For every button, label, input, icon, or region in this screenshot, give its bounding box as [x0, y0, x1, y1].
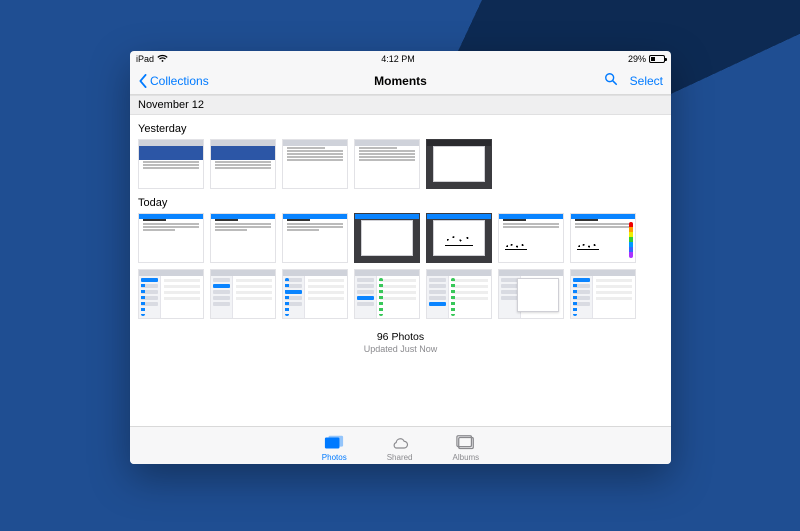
battery-icon — [649, 55, 665, 63]
photos-scroll-area[interactable]: Yesterday Today — [130, 115, 671, 426]
section-date-header: November 12 — [130, 95, 671, 115]
ipad-screen: iPad 4:12 PM 29% Collections Moments — [130, 51, 671, 464]
tab-photos[interactable]: Photos — [322, 434, 347, 462]
wifi-icon — [157, 54, 168, 65]
photo-thumbnail[interactable] — [354, 269, 420, 319]
nav-bar: Collections Moments Select — [130, 67, 671, 95]
photos-icon — [324, 434, 344, 452]
back-button[interactable]: Collections — [138, 74, 209, 88]
summary-updated: Updated Just Now — [138, 344, 663, 354]
page-title: Moments — [374, 74, 427, 88]
photo-thumbnail[interactable] — [210, 213, 276, 263]
tab-bar: Photos Shared Albums — [130, 426, 671, 464]
status-bar: iPad 4:12 PM 29% — [130, 51, 671, 67]
back-label: Collections — [150, 74, 209, 88]
thumb-row — [138, 269, 663, 319]
group-label-yesterday: Yesterday — [138, 123, 663, 135]
tab-label: Albums — [453, 453, 480, 462]
photo-thumbnail[interactable] — [426, 213, 492, 263]
chevron-left-icon — [138, 74, 148, 88]
photo-thumbnail[interactable] — [426, 269, 492, 319]
battery-pct: 29% — [628, 54, 646, 64]
photo-thumbnail[interactable] — [210, 139, 276, 189]
device-label: iPad — [136, 54, 154, 64]
search-icon — [604, 72, 618, 86]
thumb-row — [138, 139, 663, 189]
thumb-row — [138, 213, 663, 263]
photo-thumbnail[interactable] — [282, 269, 348, 319]
photo-thumbnail[interactable] — [570, 269, 636, 319]
cloud-icon — [390, 434, 410, 452]
albums-icon — [456, 434, 476, 452]
photo-thumbnail[interactable] — [210, 269, 276, 319]
photo-thumbnail[interactable] — [138, 213, 204, 263]
tab-albums[interactable]: Albums — [453, 434, 480, 462]
photo-thumbnail[interactable] — [354, 213, 420, 263]
photo-thumbnail[interactable] — [282, 139, 348, 189]
photo-thumbnail[interactable] — [138, 269, 204, 319]
clock: 4:12 PM — [381, 54, 415, 64]
photo-thumbnail[interactable] — [426, 139, 492, 189]
group-label-today: Today — [138, 197, 663, 209]
search-button[interactable] — [604, 72, 618, 89]
photo-thumbnail[interactable] — [498, 213, 564, 263]
select-button[interactable]: Select — [630, 74, 663, 88]
photo-thumbnail[interactable] — [498, 269, 564, 319]
tab-label: Shared — [387, 453, 413, 462]
tab-shared[interactable]: Shared — [387, 434, 413, 462]
tab-label: Photos — [322, 453, 347, 462]
summary-count: 96 Photos — [138, 331, 663, 343]
photo-thumbnail[interactable] — [354, 139, 420, 189]
photo-thumbnail[interactable] — [570, 213, 636, 263]
photo-thumbnail[interactable] — [138, 139, 204, 189]
photo-thumbnail[interactable] — [282, 213, 348, 263]
